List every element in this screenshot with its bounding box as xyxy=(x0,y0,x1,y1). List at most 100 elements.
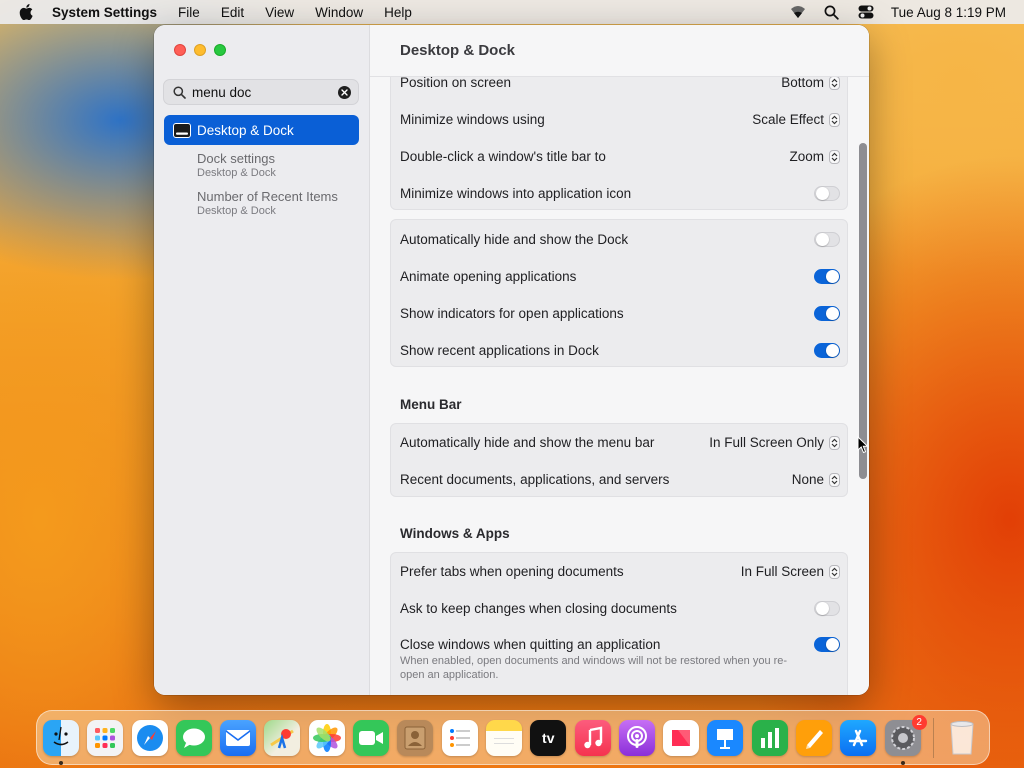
mouse-pointer-icon xyxy=(857,436,869,454)
reminders-icon[interactable] xyxy=(441,719,478,756)
dock-settings-group: Position on screen Bottom Minimize windo… xyxy=(390,59,848,210)
close-windows-toggle[interactable] xyxy=(814,637,840,652)
control-center-icon[interactable] xyxy=(857,3,875,21)
animate-label: Animate opening applications xyxy=(400,269,577,284)
position-popup[interactable]: Bottom xyxy=(781,75,840,90)
scrollbar-thumb[interactable] xyxy=(859,143,867,479)
recent-apps-label: Show recent applications in Dock xyxy=(400,343,599,358)
close-window-button[interactable] xyxy=(174,44,186,56)
numbers-icon[interactable] xyxy=(751,719,788,756)
autohide-menubar-row: Automatically hide and show the menu bar… xyxy=(391,424,849,461)
tv-label: tv xyxy=(542,729,555,746)
notes-icon[interactable] xyxy=(485,719,522,756)
trash-icon[interactable] xyxy=(944,720,980,756)
app-store-icon[interactable] xyxy=(840,719,877,756)
menu-bar: System Settings File Edit View Window He… xyxy=(0,0,1024,24)
double-click-popup[interactable]: Zoom xyxy=(789,149,840,164)
finder-icon[interactable] xyxy=(43,719,79,765)
keynote-icon[interactable] xyxy=(707,719,744,756)
show-indicators-row: Show indicators for open applications xyxy=(391,295,849,332)
search-result-title: Dock settings xyxy=(197,151,276,166)
menu-edit[interactable]: Edit xyxy=(221,5,244,20)
photos-icon[interactable] xyxy=(308,719,345,756)
recent-apps-toggle[interactable] xyxy=(814,343,840,358)
menu-clock[interactable]: Tue Aug 8 1:19 PM xyxy=(891,5,1006,20)
menu-help[interactable]: Help xyxy=(384,5,412,20)
minimize-effect-popup[interactable]: Scale Effect xyxy=(752,112,840,127)
running-indicator xyxy=(900,760,905,765)
position-value: Bottom xyxy=(781,75,824,90)
autohide-dock-row: Automatically hide and show the Dock xyxy=(391,221,849,258)
mail-icon[interactable] xyxy=(220,719,257,756)
updown-chevron-icon xyxy=(829,435,840,450)
menu-app-name[interactable]: System Settings xyxy=(52,5,157,20)
minimize-into-icon-label: Minimize windows into application icon xyxy=(400,186,632,201)
close-windows-description: When enabled, open documents and windows… xyxy=(400,655,788,681)
close-windows-label: Close windows when quitting an applicati… xyxy=(400,637,661,652)
maps-icon[interactable] xyxy=(264,719,301,756)
close-windows-text: Close windows when quitting an applicati… xyxy=(400,637,800,682)
position-label: Position on screen xyxy=(400,75,512,90)
search-field[interactable] xyxy=(163,79,359,105)
recent-documents-row: Recent documents, applications, and serv… xyxy=(391,461,849,498)
pages-icon[interactable] xyxy=(796,719,833,756)
animate-opening-row: Animate opening applications xyxy=(391,258,849,295)
minimize-value: Scale Effect xyxy=(752,112,824,127)
animate-toggle[interactable] xyxy=(814,269,840,284)
notification-badge: 2 xyxy=(911,714,927,730)
recent-docs-value: None xyxy=(791,472,824,487)
desktop-dock-icon xyxy=(173,122,191,138)
prefer-tabs-row: Prefer tabs when opening documents In Fu… xyxy=(391,553,849,590)
menu-bar-section-title: Menu Bar xyxy=(400,397,462,412)
indicators-label: Show indicators for open applications xyxy=(400,306,624,321)
minimize-into-icon-toggle[interactable] xyxy=(814,186,840,201)
updown-chevron-icon xyxy=(829,472,840,487)
search-input[interactable] xyxy=(192,84,332,100)
prefer-tabs-value: In Full Screen xyxy=(740,564,824,579)
clear-search-icon[interactable] xyxy=(338,86,351,99)
menu-window[interactable]: Window xyxy=(315,5,363,20)
recent-docs-label: Recent documents, applications, and serv… xyxy=(400,472,670,487)
ask-keep-toggle[interactable] xyxy=(814,601,840,616)
podcasts-icon[interactable] xyxy=(618,719,655,756)
menu-view[interactable]: View xyxy=(265,5,294,20)
menu-file[interactable]: File xyxy=(178,5,200,20)
spotlight-search-icon[interactable] xyxy=(823,3,841,21)
indicators-toggle[interactable] xyxy=(814,306,840,321)
settings-pane: Desktop & Dock Position on screen Bottom… xyxy=(370,25,869,695)
safari-icon[interactable] xyxy=(131,719,168,756)
minimize-using-row: Minimize windows using Scale Effect xyxy=(391,101,849,138)
launchpad-icon[interactable] xyxy=(87,719,124,756)
system-settings-icon[interactable]: 2 xyxy=(884,714,927,765)
updown-chevron-icon xyxy=(829,75,840,90)
zoom-window-button[interactable] xyxy=(214,44,226,56)
wifi-icon[interactable] xyxy=(789,3,807,21)
apple-icon[interactable] xyxy=(19,4,33,20)
apple-tv-icon[interactable]: tv xyxy=(530,719,567,756)
autohide-dock-toggle[interactable] xyxy=(814,232,840,247)
ask-keep-label: Ask to keep changes when closing documen… xyxy=(400,601,677,616)
search-result-recent-items[interactable]: Number of Recent Items Desktop & Dock xyxy=(197,189,338,217)
messages-icon[interactable] xyxy=(175,719,212,756)
sidebar-item-label: Desktop & Dock xyxy=(197,122,294,138)
autohide-menubar-popup[interactable]: In Full Screen Only xyxy=(709,435,840,450)
sidebar-item-desktop-dock[interactable]: Desktop & Dock xyxy=(164,115,359,145)
facetime-icon[interactable] xyxy=(353,719,390,756)
search-icon xyxy=(173,85,186,99)
system-settings-window: Desktop & Dock Dock settings Desktop & D… xyxy=(154,25,869,695)
running-indicator xyxy=(59,760,63,765)
dock-behavior-group: Automatically hide and show the Dock Ani… xyxy=(390,219,848,367)
minimize-window-button[interactable] xyxy=(194,44,206,56)
news-icon[interactable] xyxy=(663,719,700,756)
search-result-dock-settings[interactable]: Dock settings Desktop & Dock xyxy=(197,151,276,179)
updown-chevron-icon xyxy=(829,149,840,164)
sidebar: Desktop & Dock Dock settings Desktop & D… xyxy=(154,25,370,695)
recent-docs-popup[interactable]: None xyxy=(792,472,840,487)
close-windows-row: Close windows when quitting an applicati… xyxy=(391,627,849,687)
ask-keep-changes-row: Ask to keep changes when closing documen… xyxy=(391,590,849,627)
search-result-subtitle: Desktop & Dock xyxy=(197,167,276,179)
music-icon[interactable] xyxy=(574,719,611,756)
prefer-tabs-popup[interactable]: In Full Screen xyxy=(741,564,840,579)
double-click-title-bar-row: Double-click a window's title bar to Zoo… xyxy=(391,138,849,175)
contacts-icon[interactable] xyxy=(397,719,434,756)
